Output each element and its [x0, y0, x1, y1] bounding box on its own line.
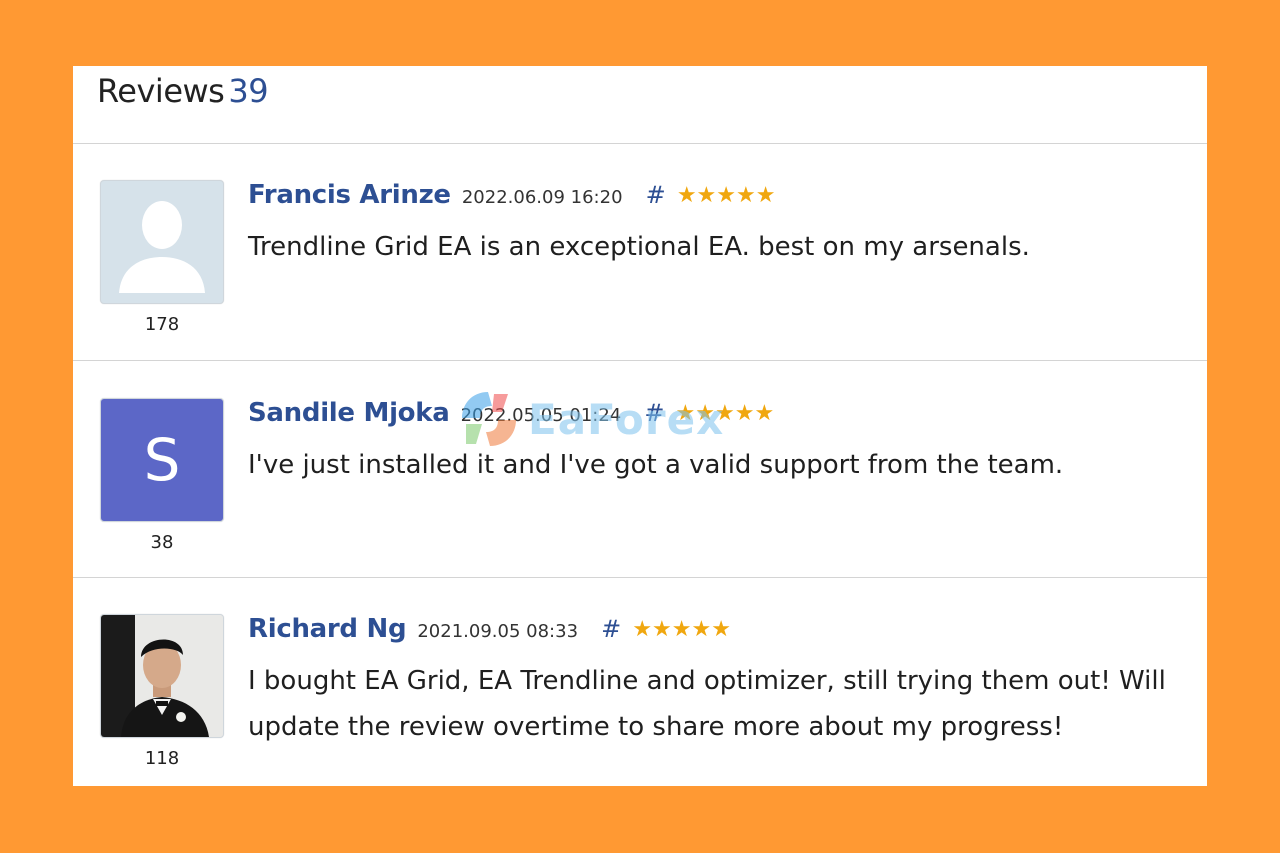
- user-rating: 38: [150, 532, 174, 553]
- user-silhouette-icon: [119, 201, 205, 293]
- review-author-link[interactable]: Richard Ng: [248, 614, 407, 644]
- reviews-count: 39: [228, 72, 269, 110]
- review-meta: Sandile Mjoka 2022.05.05 01:24 # ★★★★★: [248, 398, 774, 428]
- avatar[interactable]: [100, 180, 224, 304]
- divider: [73, 143, 1207, 144]
- review-item: 178 Francis Arinze 2022.06.09 16:20 # ★★…: [73, 180, 1207, 396]
- review-permalink[interactable]: #: [601, 615, 621, 643]
- review-meta: Francis Arinze 2022.06.09 16:20 # ★★★★★: [248, 180, 775, 210]
- review-date: 2022.05.05 01:24: [460, 405, 622, 426]
- review-item: S 38 Sandile Mjoka 2022.05.05 01:24 # ★★…: [73, 398, 1207, 614]
- review-text: I bought EA Grid, EA Trendline and optim…: [248, 666, 1166, 742]
- review-text: Trendline Grid EA is an exceptional EA. …: [248, 232, 1030, 262]
- star-rating: ★★★★★: [675, 401, 775, 426]
- reviews-title-label: Reviews: [97, 72, 225, 110]
- avatar[interactable]: [100, 614, 224, 738]
- review-permalink[interactable]: #: [646, 181, 666, 209]
- user-photo-icon: [101, 615, 223, 737]
- user-rating: 178: [144, 314, 180, 335]
- review-text: I've just installed it and I've got a va…: [248, 450, 1064, 480]
- star-rating: ★★★★★: [676, 183, 776, 208]
- reviews-title: Reviews 39: [97, 72, 269, 110]
- review-date: 2022.06.09 16:20: [461, 187, 623, 208]
- star-rating: ★★★★★: [632, 617, 731, 642]
- review-author-link[interactable]: Francis Arinze: [248, 180, 451, 210]
- user-rating: 118: [144, 748, 180, 769]
- reviews-panel: Reviews 39 178 Francis Arinze 2022.06.09 …: [73, 66, 1207, 786]
- review-author-link[interactable]: Sandile Mjoka: [248, 398, 450, 428]
- avatar-letter: S: [143, 426, 181, 494]
- review-meta: Richard Ng 2021.09.05 08:33 # ★★★★★: [248, 614, 731, 644]
- divider: [73, 360, 1207, 361]
- review-date: 2021.09.05 08:33: [417, 621, 579, 642]
- review-permalink[interactable]: #: [644, 399, 664, 427]
- avatar[interactable]: S: [100, 398, 224, 522]
- review-item: 118 Richard Ng 2021.09.05 08:33 # ★★★★★ …: [73, 614, 1207, 786]
- divider: [73, 577, 1207, 578]
